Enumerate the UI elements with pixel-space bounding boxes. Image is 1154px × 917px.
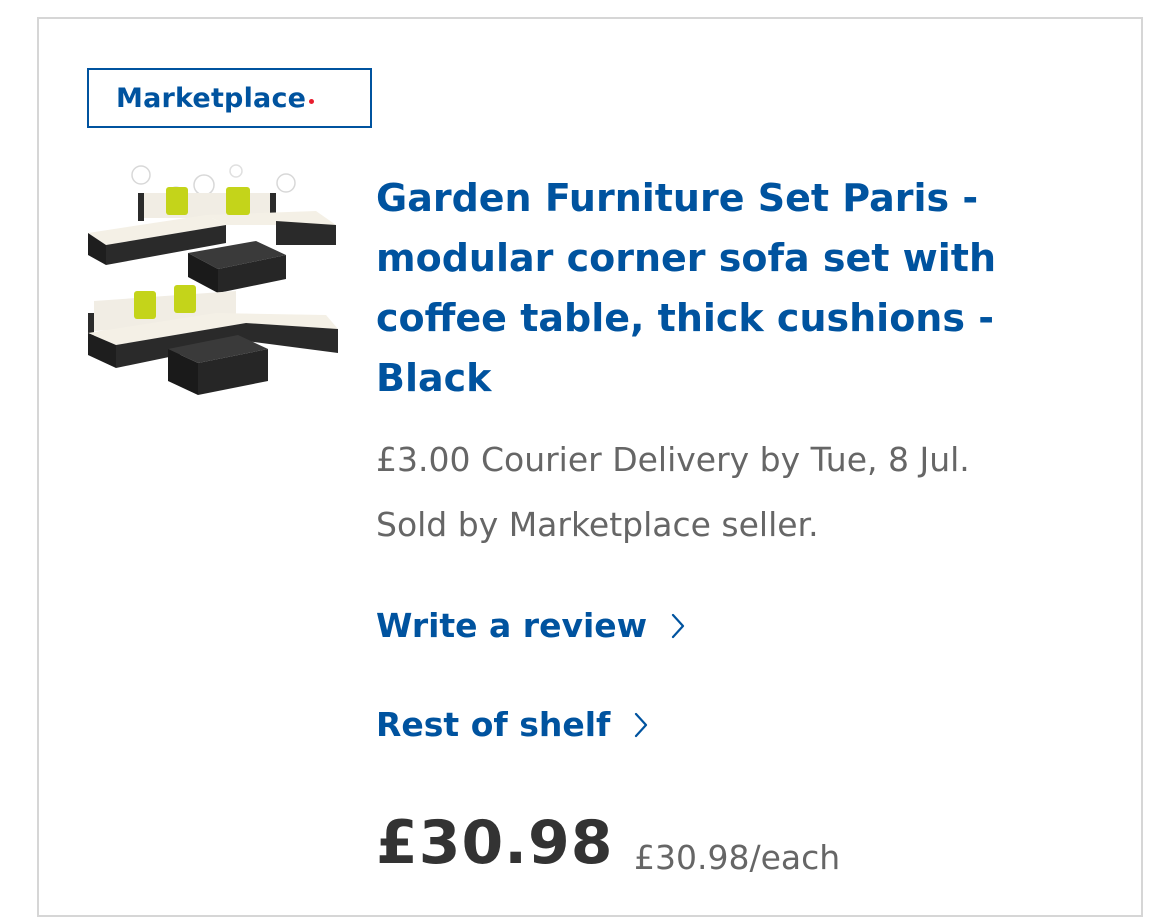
write-review-label: Write a review — [376, 606, 648, 645]
rest-of-shelf-label: Rest of shelf — [376, 705, 611, 744]
sofa-set-top — [86, 163, 340, 293]
sofa-set-bottom — [88, 285, 338, 395]
marketplace-badge: Marketplace — [87, 68, 372, 128]
unit-price: £30.98/each — [634, 838, 841, 877]
product-image[interactable] — [86, 163, 340, 419]
red-dot-icon — [309, 98, 315, 104]
chevron-right-icon — [671, 613, 685, 639]
marketplace-badge-label: Marketplace — [116, 82, 307, 114]
rest-of-shelf-link[interactable]: Rest of shelf — [376, 705, 648, 744]
chevron-right-icon — [634, 712, 648, 738]
product-title[interactable]: Garden Furniture Set Paris - modular cor… — [376, 168, 1076, 408]
delivery-info: £3.00 Courier Delivery by Tue, 8 Jul. — [376, 440, 970, 479]
write-review-link[interactable]: Write a review — [376, 606, 685, 645]
product-price: £30.98 — [376, 808, 614, 878]
seller-info: Sold by Marketplace seller. — [376, 505, 819, 544]
